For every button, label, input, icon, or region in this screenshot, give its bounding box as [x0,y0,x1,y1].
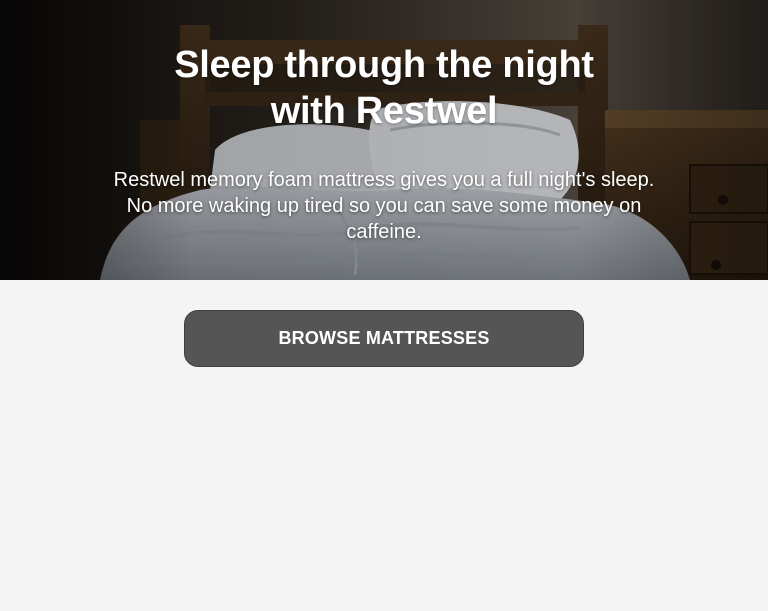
hero-content: Sleep through the night with Restwel Res… [0,0,768,280]
hero-title-line-2: with Restwel [270,90,498,132]
hero-title-line-1: Sleep through the night [174,44,594,86]
cta-section: BROWSE MATTRESSES [0,280,768,611]
hero-title: Sleep through the night with Restwel [84,42,684,134]
hero-subtitle: Restwel memory foam mattress gives you a… [113,169,655,243]
hero-banner: Sleep through the night with Restwel Res… [0,0,768,280]
browse-mattresses-button[interactable]: BROWSE MATTRESSES [184,310,584,367]
